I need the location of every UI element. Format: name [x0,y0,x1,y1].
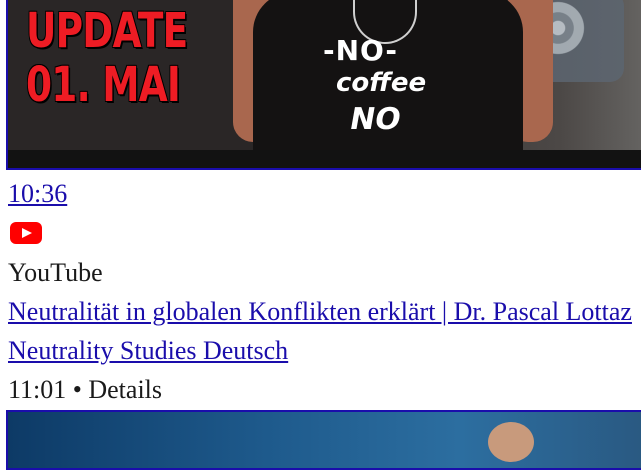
video-title-link[interactable]: Neutralität in globalen Konflikten erklä… [8,297,632,327]
channel-link[interactable]: Neutrality Studies Deutsch [8,336,288,366]
shirt-text-no: -NO- [323,34,398,67]
video-duration-link[interactable]: 10:36 [8,179,67,209]
video-thumbnail-link[interactable]: -NO- coffee NO UPDATE 01. MAI [6,0,641,170]
thumbnail-person [488,422,534,462]
shirt-text-no-bottom: NO [346,102,404,137]
youtube-icon [10,222,42,244]
video-source: YouTube [8,258,103,287]
next-video-thumbnail-link[interactable] [6,410,641,470]
shirt-text-coffee: coffee [336,68,427,98]
video-meta: 11:01 • Details [8,375,163,404]
thumbnail-bottom-bar [8,150,641,168]
thumbnail-text-update: UPDATE [26,3,188,59]
thumbnail-overlay-text: UPDATE 01. MAI [26,3,188,113]
thumbnail-text-date: 01. MAI [26,57,181,113]
